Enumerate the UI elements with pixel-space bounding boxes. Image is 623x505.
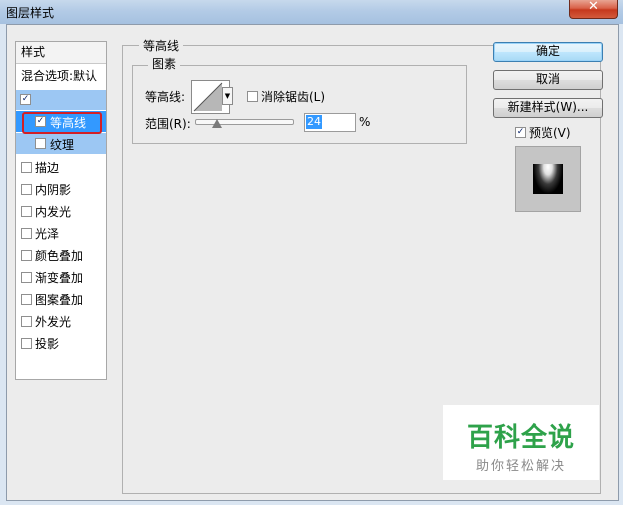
texture-checkbox[interactable]	[35, 138, 46, 149]
preview-shape	[533, 164, 563, 194]
cancel-button[interactable]: 取消	[493, 70, 603, 90]
new-style-button[interactable]: 新建样式(W)...	[493, 98, 603, 118]
ok-button[interactable]: 确定	[493, 42, 603, 62]
chevron-down-icon[interactable]: ▼	[222, 87, 233, 105]
effect-item-texture[interactable]: 纹理	[16, 133, 106, 154]
range-slider-thumb[interactable]	[212, 119, 222, 128]
range-input[interactable]: 24	[304, 113, 356, 132]
watermark-logo: 百科全说 助你轻松解决	[443, 405, 599, 480]
blend-options-item[interactable]: 混合选项:默认	[21, 67, 97, 84]
contour-field-label: 等高线:	[145, 90, 186, 104]
dialog-body: 样式 混合选项:默认 等高线 纹理 描边 内阴影	[6, 24, 619, 501]
range-unit: %	[359, 115, 371, 129]
range-slider[interactable]	[195, 119, 294, 125]
close-icon: ✕	[588, 0, 599, 14]
close-button[interactable]: ✕	[569, 0, 618, 19]
inner-glow-checkbox[interactable]	[21, 206, 32, 217]
outer-glow-label: 外发光	[35, 315, 72, 329]
pattern-overlay-checkbox[interactable]	[21, 294, 32, 305]
red-highlight-box	[22, 112, 102, 134]
effect-item-bevel[interactable]	[16, 90, 106, 110]
color-overlay-label: 颜色叠加	[35, 249, 84, 263]
inner-shadow-checkbox[interactable]	[21, 184, 32, 195]
preview-thumbnail	[515, 146, 581, 212]
preview-checkbox[interactable]	[515, 127, 526, 138]
inner-shadow-label: 内阴影	[35, 183, 72, 197]
antialias-checkbox[interactable]	[247, 91, 258, 102]
range-value: 24	[306, 115, 322, 129]
range-label: 范围(R):	[145, 117, 191, 131]
contour-group-title: 等高线	[139, 37, 184, 54]
color-overlay-checkbox[interactable]	[21, 250, 32, 261]
texture-label: 纹理	[50, 138, 75, 152]
pattern-overlay-label: 图案叠加	[35, 293, 84, 307]
satin-checkbox[interactable]	[21, 228, 32, 239]
title-bar[interactable]: 图层样式 ✕	[0, 0, 623, 24]
gradient-overlay-label: 渐变叠加	[35, 271, 84, 285]
watermark-title: 百科全说	[466, 423, 575, 453]
styles-list: 样式 混合选项:默认 等高线 纹理 描边 内阴影	[15, 41, 107, 380]
stroke-label: 描边	[35, 161, 60, 175]
inner-glow-label: 内发光	[35, 205, 72, 219]
watermark-subtitle: 助你轻松解决	[475, 459, 566, 474]
stroke-checkbox[interactable]	[21, 162, 32, 173]
antialias-label: 消除锯齿(L)	[261, 90, 326, 104]
satin-label: 光泽	[35, 227, 60, 241]
preview-label: 预览(V)	[529, 126, 571, 140]
layer-style-dialog: 图层样式 ✕ 样式 混合选项:默认 等高线 纹理 描边	[0, 0, 623, 505]
effect-checkbox[interactable]	[20, 94, 31, 105]
outer-glow-checkbox[interactable]	[21, 316, 32, 327]
elements-group-title: 图素	[148, 55, 181, 72]
drop-shadow-label: 投影	[35, 337, 60, 351]
gradient-overlay-checkbox[interactable]	[21, 272, 32, 283]
window-title: 图层样式	[6, 6, 55, 20]
styles-header[interactable]: 样式	[16, 42, 106, 64]
drop-shadow-checkbox[interactable]	[21, 338, 32, 349]
